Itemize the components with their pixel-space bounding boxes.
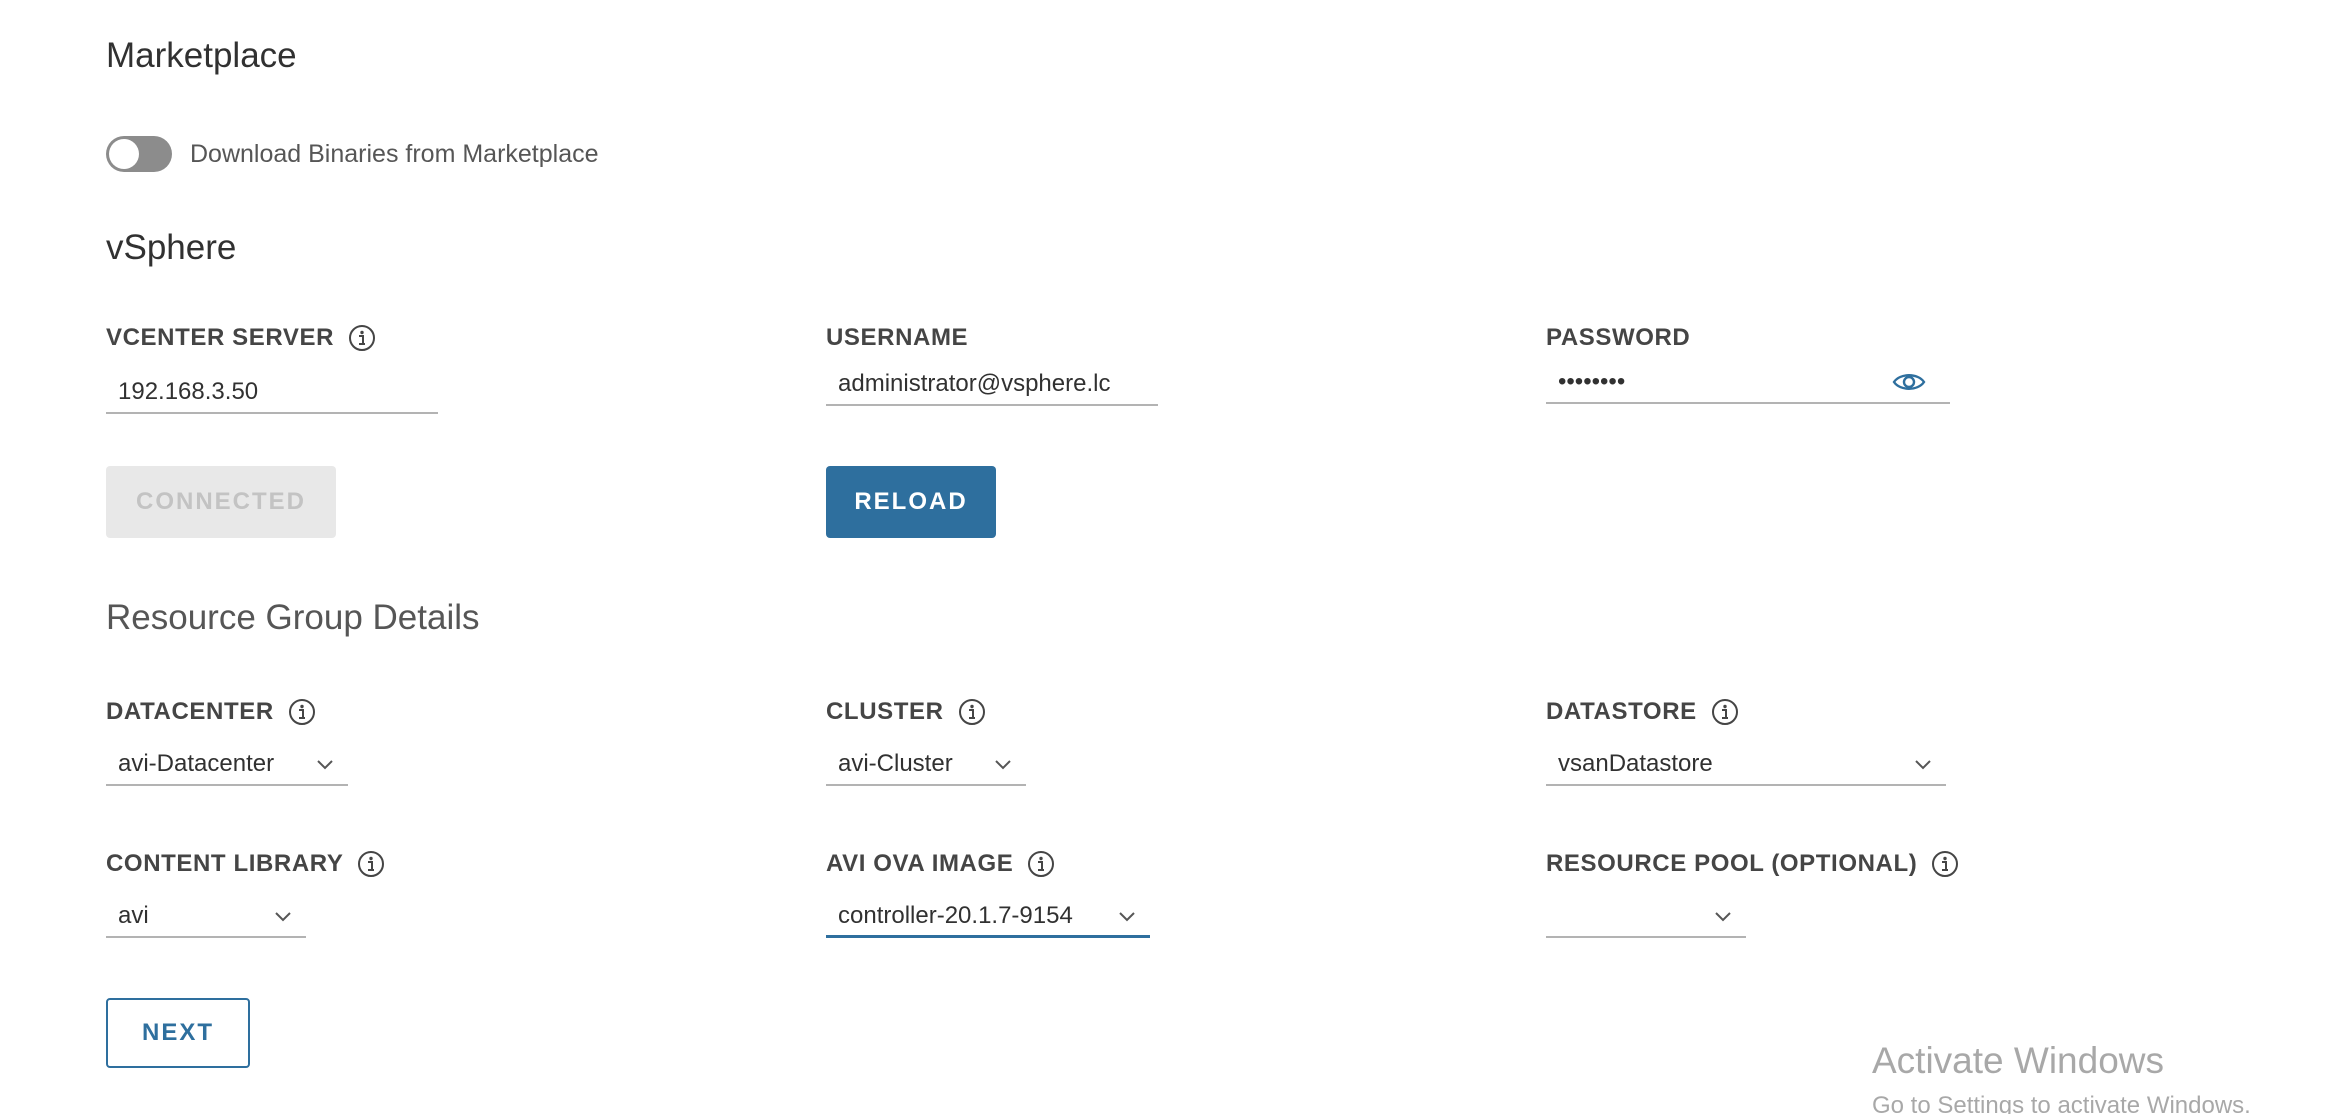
password-value: •••••••• — [1558, 368, 1626, 395]
password-input[interactable]: •••••••• — [1546, 362, 1950, 404]
avi-ova-image-label: AVI OVA IMAGE — [826, 850, 1055, 878]
cluster-select[interactable]: avi-Cluster — [826, 744, 1026, 786]
datacenter-value: avi-Datacenter — [118, 750, 275, 777]
marketplace-heading: Marketplace — [106, 36, 297, 75]
vcenter-server-input[interactable]: 192.168.3.50 — [106, 372, 438, 414]
username-label-text: USERNAME — [826, 324, 969, 351]
chevron-down-icon — [1119, 911, 1135, 921]
info-icon[interactable] — [357, 850, 385, 878]
info-icon[interactable] — [1931, 850, 1959, 878]
info-icon[interactable] — [348, 324, 376, 352]
chevron-down-icon — [1915, 760, 1931, 770]
username-label: USERNAME — [826, 324, 968, 352]
info-icon[interactable] — [958, 698, 986, 726]
username-input[interactable]: administrator@vsphere.lc — [826, 364, 1158, 406]
info-icon[interactable] — [1027, 850, 1055, 878]
cluster-label: CLUSTER — [826, 698, 986, 726]
datacenter-label: DATACENTER — [106, 698, 316, 726]
resource-group-heading: Resource Group Details — [106, 598, 480, 637]
chevron-down-icon — [317, 760, 333, 770]
resource-pool-select[interactable] — [1546, 896, 1746, 938]
vcenter-server-label-text: VCENTER SERVER — [106, 324, 335, 351]
datastore-value: vsanDatastore — [1558, 750, 1713, 777]
resource-pool-label-text: RESOURCE POOL (OPTIONAL) — [1546, 850, 1918, 877]
avi-ova-image-label-text: AVI OVA IMAGE — [826, 850, 1014, 877]
datacenter-select[interactable]: avi-Datacenter — [106, 744, 348, 786]
content-library-value: avi — [118, 902, 149, 929]
vcenter-server-value: 192.168.3.50 — [118, 378, 259, 405]
vsphere-heading: vSphere — [106, 228, 237, 267]
chevron-down-icon — [275, 912, 291, 922]
avi-ova-image-select[interactable]: controller-20.1.7-9154 — [826, 896, 1150, 938]
activate-windows-hint: Go to Settings to activate Windows. — [1872, 1092, 2251, 1114]
username-value: administrator@vsphere.lc — [838, 370, 1111, 397]
next-button[interactable]: NEXT — [106, 998, 250, 1068]
reload-button[interactable]: RELOAD — [826, 466, 996, 538]
info-icon[interactable] — [288, 698, 316, 726]
toggle-knob — [109, 139, 139, 169]
password-label-text: PASSWORD — [1546, 324, 1691, 351]
toggle-label: Download Binaries from Marketplace — [190, 139, 599, 168]
activate-windows-watermark: Activate Windows — [1872, 1040, 2164, 1081]
chevron-down-icon — [995, 760, 1011, 770]
info-icon[interactable] — [1711, 698, 1739, 726]
cluster-value: avi-Cluster — [838, 750, 953, 777]
datastore-label: DATASTORE — [1546, 698, 1739, 726]
avi-ova-image-value: controller-20.1.7-9154 — [838, 901, 1073, 929]
eye-icon[interactable] — [1892, 370, 1926, 394]
vcenter-server-label: VCENTER SERVER — [106, 324, 376, 352]
page: Marketplace Download Binaries from Marke… — [0, 0, 2328, 1114]
datacenter-label-text: DATACENTER — [106, 698, 274, 725]
resource-pool-label: RESOURCE POOL (OPTIONAL) — [1546, 850, 1959, 878]
datastore-select[interactable]: vsanDatastore — [1546, 744, 1946, 786]
content-library-label: CONTENT LIBRARY — [106, 850, 385, 878]
marketplace-toggle-row: Download Binaries from Marketplace — [106, 136, 599, 172]
content-library-label-text: CONTENT LIBRARY — [106, 850, 344, 877]
download-binaries-toggle[interactable] — [106, 136, 172, 172]
connected-button: CONNECTED — [106, 466, 336, 538]
chevron-down-icon — [1715, 912, 1731, 922]
datastore-label-text: DATASTORE — [1546, 698, 1697, 725]
content-library-select[interactable]: avi — [106, 896, 306, 938]
cluster-label-text: CLUSTER — [826, 698, 944, 725]
password-label: PASSWORD — [1546, 324, 1690, 352]
